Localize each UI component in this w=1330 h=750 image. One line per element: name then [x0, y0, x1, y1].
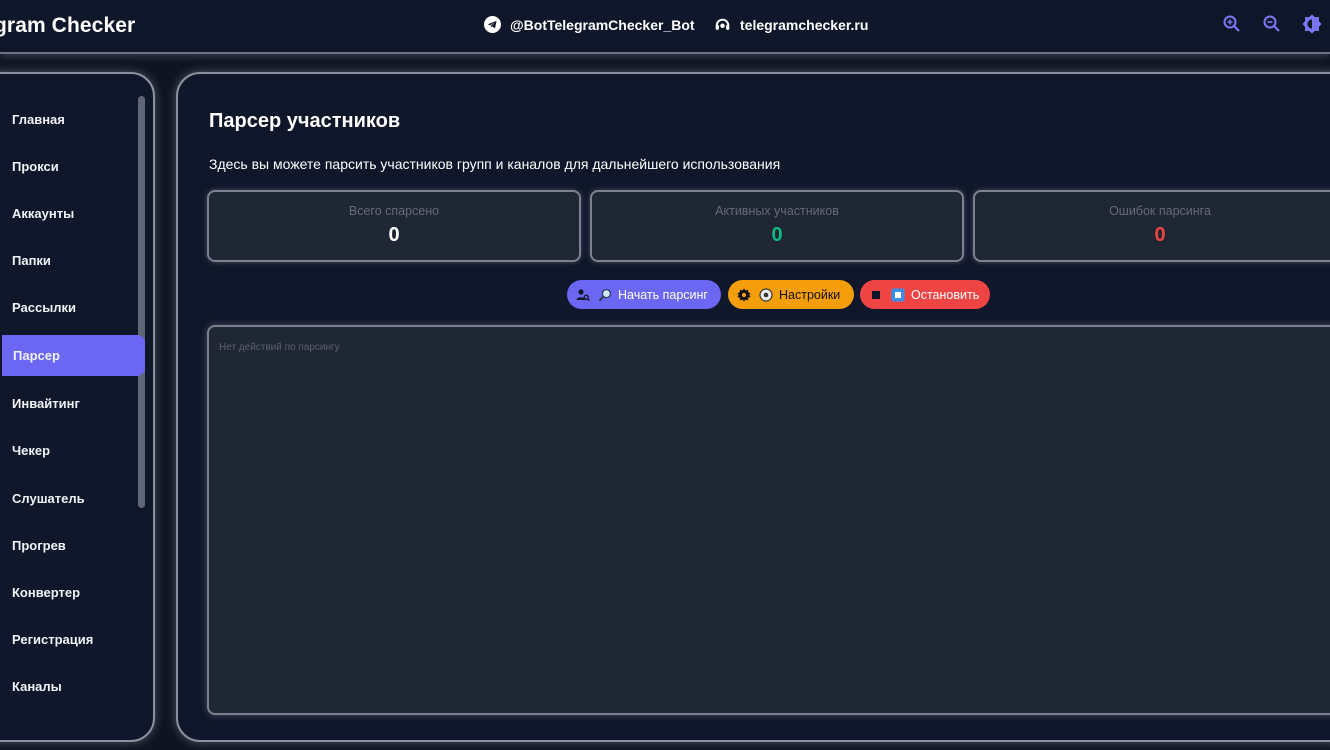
- sidebar-item-home[interactable]: Главная: [2, 99, 145, 140]
- sidebar-item-label: Парсер: [13, 348, 60, 363]
- stat-value: 0: [771, 224, 783, 246]
- zoom-in-icon[interactable]: [1222, 14, 1242, 34]
- sidebar-item-label: Регистрация: [12, 632, 94, 647]
- sidebar-item-label: Каналы: [12, 679, 62, 694]
- sidebar-item-converter[interactable]: Конвертер: [2, 572, 145, 613]
- page-description: Здесь вы можете парсить участников групп…: [209, 156, 781, 172]
- stat-value: 0: [388, 224, 400, 246]
- app-title: gram Checker: [0, 14, 136, 37]
- stat-card-errors: Ошибок парсинга 0: [973, 190, 1330, 262]
- sidebar-item-mailings[interactable]: Рассылки: [2, 287, 145, 328]
- sidebar-item-label: Папки: [12, 253, 51, 268]
- stop-label: Остановить: [911, 287, 980, 302]
- sidebar-item-accounts[interactable]: Аккаунты: [2, 193, 145, 234]
- sidebar-item-registration[interactable]: Регистрация: [2, 619, 145, 660]
- sidebar: Главная Прокси Аккаунты Папки Рассылки П…: [0, 72, 155, 742]
- sidebar-item-inviting[interactable]: Инвайтинг: [2, 383, 145, 424]
- settings-cog-icon: [759, 287, 773, 302]
- log-placeholder: Нет действий по парсингу: [219, 342, 340, 353]
- sidebar-item-warmup[interactable]: Прогрев: [2, 525, 145, 566]
- site-link-label: telegramchecker.ru: [740, 16, 869, 33]
- sidebar-item-label: Аккаунты: [12, 206, 75, 221]
- bot-link[interactable]: @BotTelegramChecker_Bot: [484, 16, 695, 33]
- stop-button-icon: [891, 288, 905, 302]
- start-parsing-label: Начать парсинг: [618, 287, 708, 302]
- sidebar-item-label: Прогрев: [12, 538, 66, 553]
- stop-button[interactable]: Остановить: [860, 280, 990, 309]
- site-link[interactable]: telegramchecker.ru: [714, 16, 868, 33]
- sidebar-item-parser[interactable]: Парсер: [2, 335, 145, 376]
- stat-card-active: Активных участников 0: [590, 190, 964, 262]
- zoom-out-icon[interactable]: [1262, 14, 1282, 34]
- stat-value: 0: [1154, 224, 1166, 246]
- magnifier-icon: [598, 288, 612, 302]
- top-toolbar: [1222, 14, 1322, 34]
- telegram-icon: [484, 16, 501, 33]
- sidebar-item-listener[interactable]: Слушатель: [2, 478, 145, 519]
- parsing-log[interactable]: Нет действий по парсингу: [207, 325, 1330, 715]
- sidebar-item-proxy[interactable]: Прокси: [2, 146, 145, 187]
- bot-link-label: @BotTelegramChecker_Bot: [510, 16, 695, 33]
- stat-label: Ошибок парсинга: [1109, 204, 1211, 218]
- sidebar-item-label: Главная: [12, 112, 65, 127]
- settings-button[interactable]: Настройки: [728, 280, 854, 309]
- sidebar-item-label: Рассылки: [12, 300, 77, 315]
- stop-square-icon: [869, 288, 883, 302]
- stat-card-total: Всего спарсено 0: [207, 190, 581, 262]
- sidebar-item-label: Слушатель: [12, 491, 85, 506]
- main-panel: Парсер участников Здесь вы можете парсит…: [176, 72, 1330, 742]
- settings-label: Настройки: [779, 287, 841, 302]
- sidebar-item-label: Инвайтинг: [12, 396, 80, 411]
- stat-label: Всего спарсено: [348, 204, 440, 218]
- sidebar-item-label: Прокси: [12, 159, 59, 174]
- start-parsing-button[interactable]: Начать парсинг: [567, 280, 721, 309]
- theme-toggle-icon[interactable]: [1302, 14, 1322, 34]
- sidebar-item-channels[interactable]: Каналы: [2, 666, 145, 707]
- sidebar-item-checker[interactable]: Чекер: [2, 430, 145, 471]
- page-title: Парсер участников: [209, 110, 401, 132]
- sidebar-item-folders[interactable]: Папки: [2, 240, 145, 281]
- sidebar-item-label: Конвертер: [12, 585, 81, 600]
- stat-label: Активных участников: [715, 204, 839, 218]
- gear-icon: [737, 288, 751, 302]
- support-headset-icon: [714, 16, 731, 33]
- sidebar-item-label: Чекер: [12, 443, 51, 458]
- top-bar: gram Checker @BotTelegramChecker_Bot tel…: [0, 0, 1330, 54]
- user-search-icon: [576, 288, 590, 302]
